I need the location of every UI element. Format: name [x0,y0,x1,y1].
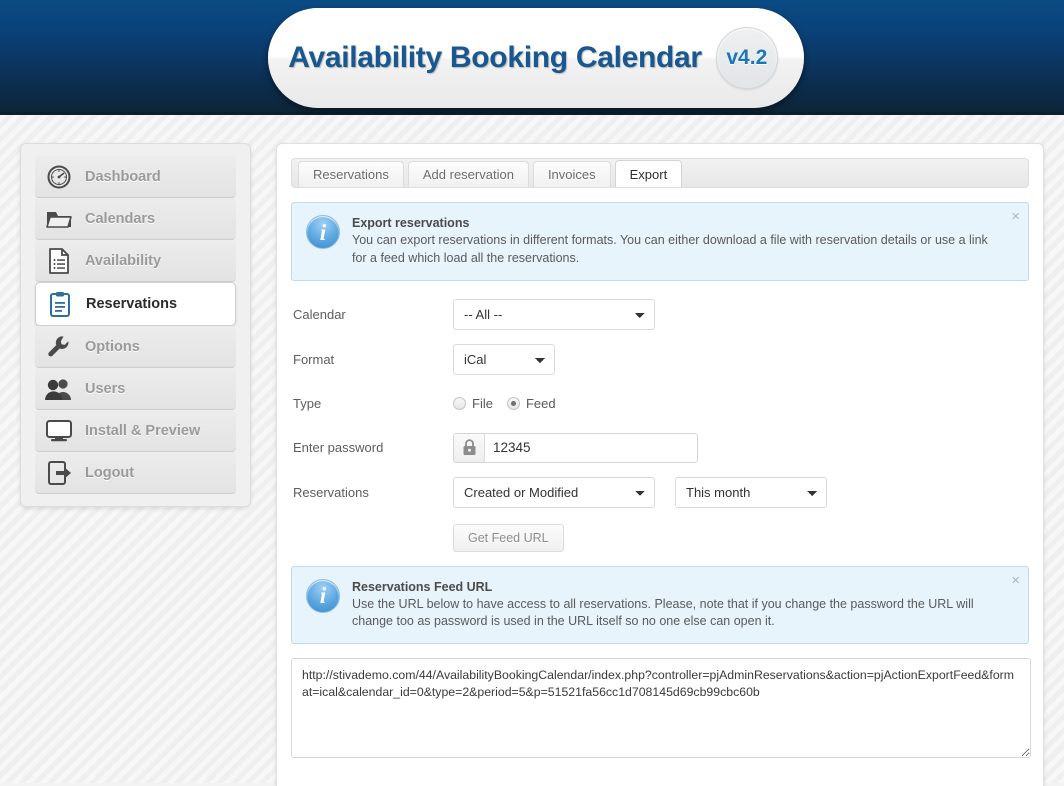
password-control [453,432,698,463]
calendar-label: Calendar [293,306,346,322]
sidebar-item-label: Options [85,338,140,355]
form-row-format: Format iCal [293,343,1029,375]
type-label: Type [293,396,322,411]
sidebar-item-label: Users [85,380,126,397]
type-radio-feed[interactable]: Feed [506,396,556,411]
gauge-icon [43,162,75,192]
document-icon [43,246,75,276]
reservations-control: Created or Modified This month [453,476,827,508]
get-feed-url-button[interactable]: Get Feed URL [453,523,564,552]
clipboard-icon [44,289,76,319]
format-select[interactable]: iCal [453,343,555,375]
sidebar-item-label: Logout [85,464,135,481]
calendar-select[interactable]: -- All -- [453,298,655,330]
sidebar-item-label: Reservations [86,296,178,312]
format-label: Format [293,351,335,367]
sidebar-item-reservations[interactable]: Reservations [35,282,236,326]
reservations-label: Reservations [293,484,369,500]
sidebar-item-availability[interactable]: Availability [35,240,236,282]
folder-icon [43,204,75,234]
info-title: Reservations Feed URL [352,579,493,594]
sidebar-item-dashboard[interactable]: Dashboard [35,156,236,198]
password-field-wrapper [453,432,698,463]
sidebar-item-label: Dashboard [85,168,161,185]
tab-invoices[interactable]: Invoices [532,161,611,187]
password-input[interactable] [485,433,697,462]
tab-reservations[interactable]: Reservations [298,161,404,187]
sidebar-item-users[interactable]: Users [35,368,236,410]
sidebar-item-install-preview[interactable]: Install & Preview [35,410,236,452]
form-row-reservations: Reservations Created or Modified This mo… [293,476,1029,508]
type-radio-file-label: File [472,396,493,411]
export-form: Calendar -- All -- Format iCal Type File… [291,298,1029,552]
info-title: Export reservations [352,216,470,230]
info-icon: i [306,215,340,249]
info-body: Reservations Feed URL Use the URL below … [352,579,998,632]
feed-url-info-box: i Reservations Feed URL Use the URL belo… [291,565,1029,644]
app-logo: Availability Booking Calendar v4.2 [268,8,804,108]
form-row-calendar: Calendar -- All -- [293,298,1029,330]
sidebar-item-calendars[interactable]: Calendars [35,198,236,240]
reservations-mode-select[interactable]: Created or Modified [453,476,655,508]
type-control: File Feed [453,396,556,411]
app-title: Availability Booking Calendar [288,41,702,74]
type-radio-feed-label: Feed [525,396,556,411]
users-icon [43,374,75,404]
lock-icon [454,433,485,462]
type-radio-group: File Feed [453,396,556,411]
sidebar-item-label: Install & Preview [85,422,201,439]
form-row-submit: Get Feed URL [293,522,1029,552]
info-text: You can export reservations in different… [352,233,988,265]
feed-url-textarea[interactable]: http://stivademo.com/44/AvailabilityBook… [291,658,1031,758]
sidebar-item-logout[interactable]: Logout [35,452,236,494]
sidebar-item-options[interactable]: Options [35,326,236,368]
export-info-box: i Export reservations You can export res… [291,202,1029,281]
password-label: Enter password [293,440,384,455]
close-icon[interactable]: × [1011,573,1020,588]
info-icon: i [306,578,340,613]
tab-add-reservation[interactable]: Add reservation [407,161,529,187]
form-row-type: Type File Feed [293,389,1029,419]
form-row-password: Enter password [293,432,1029,463]
calendar-control: -- All -- [453,298,655,330]
submit-control: Get Feed URL [453,522,564,552]
logout-icon [43,458,75,488]
type-radio-file[interactable]: File [453,396,493,411]
info-body: Export reservations You can export reser… [352,215,998,268]
tab-export[interactable]: Export [614,160,683,187]
close-icon[interactable]: × [1011,209,1020,224]
format-control: iCal [453,343,555,375]
sidebar-item-label: Availability [85,252,162,269]
info-text: Use the URL below to have access to all … [352,596,974,629]
wrench-icon [43,332,75,362]
sidebar: Dashboard Calendars Availability Reserva… [20,143,251,507]
radio-indicator [506,397,520,410]
page-body: Dashboard Calendars Availability Reserva… [0,115,1064,786]
main-panel: Reservations Add reservation Invoices Ex… [276,143,1044,786]
monitor-icon [43,416,75,446]
radio-indicator [453,397,466,410]
reservations-period-select[interactable]: This month [675,476,827,508]
app-header: Availability Booking Calendar v4.2 [0,0,1064,115]
tab-bar: Reservations Add reservation Invoices Ex… [291,158,1029,188]
sidebar-item-label: Calendars [85,210,156,227]
version-badge: v4.2 [715,27,778,89]
